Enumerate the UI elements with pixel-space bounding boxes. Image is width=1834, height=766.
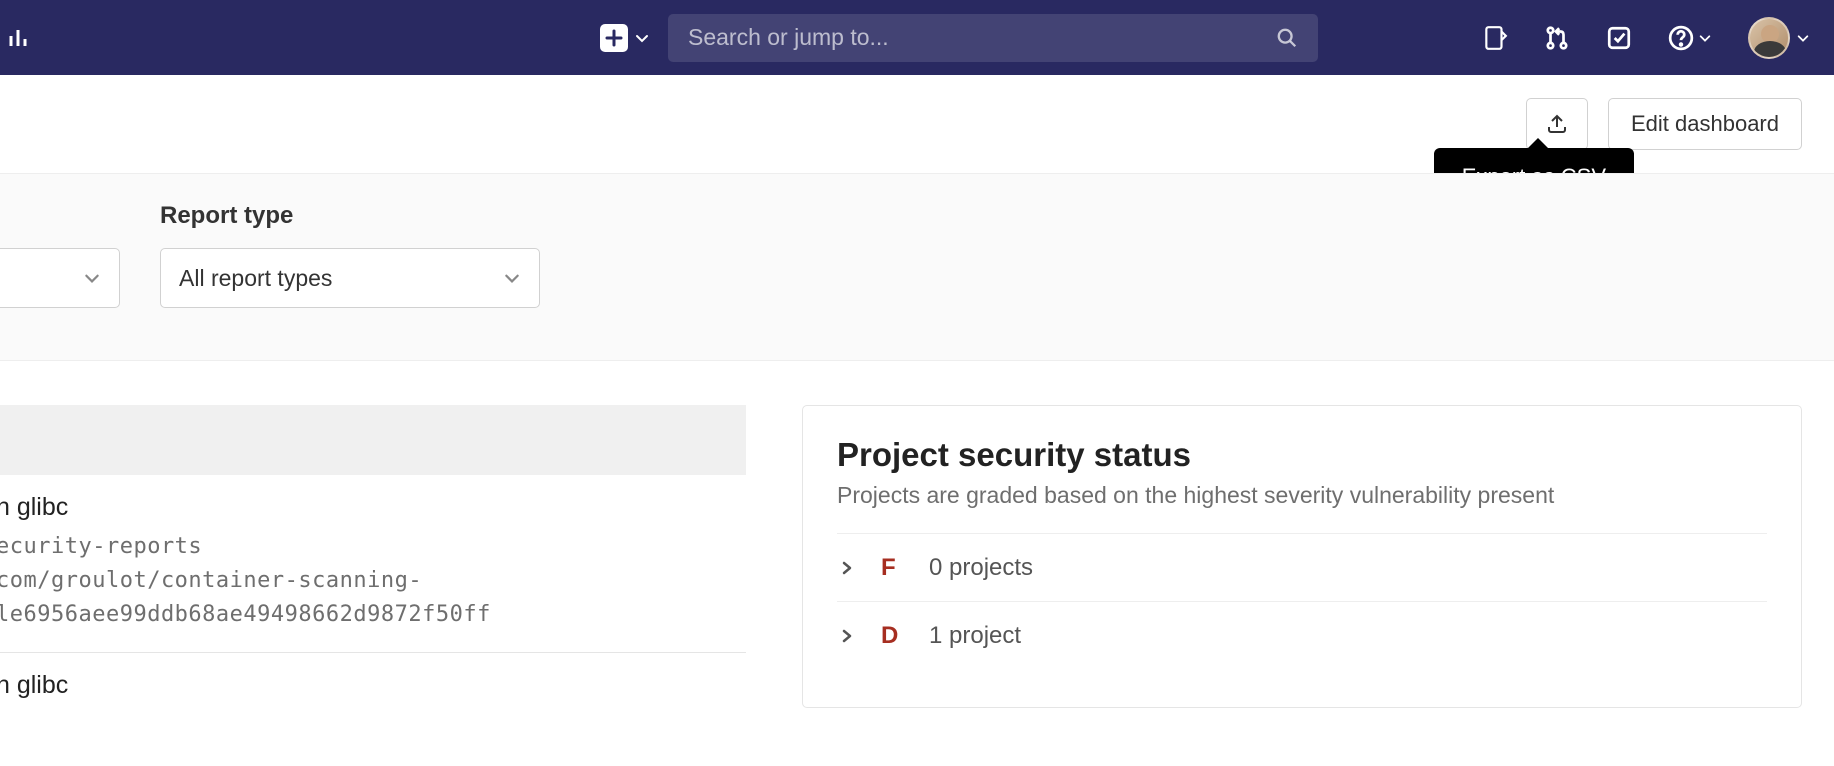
new-menu[interactable]: [600, 24, 650, 52]
vulnerability-row[interactable]: n glibc ecurity-reports com/groulot/cont…: [0, 475, 746, 632]
grade-count: 0 projects: [929, 554, 1033, 582]
avatar: [1748, 17, 1790, 59]
merge-requests-icon[interactable]: [1544, 25, 1570, 51]
panel-subtitle: Projects are graded based on the highest…: [837, 482, 1767, 509]
report-type-select[interactable]: All report types: [160, 248, 540, 308]
issues-icon[interactable]: [1482, 25, 1508, 51]
chevron-down-icon: [83, 269, 101, 287]
edit-dashboard-button[interactable]: Edit dashboard: [1608, 98, 1802, 150]
vulnerability-location: ecurity-reports com/groulot/container-sc…: [0, 530, 746, 632]
help-menu[interactable]: [1668, 25, 1712, 51]
chart-icon[interactable]: [8, 26, 32, 50]
filter-group-truncated: [0, 202, 120, 308]
vulnerability-row[interactable]: n glibc: [0, 653, 746, 700]
vulnerability-title: n glibc: [0, 493, 746, 522]
vulnerabilities-panel: n glibc ecurity-reports com/groulot/cont…: [0, 405, 746, 708]
dashboard-content: n glibc ecurity-reports com/groulot/cont…: [0, 361, 1834, 708]
grade-count: 1 project: [929, 622, 1021, 650]
grade-row-f[interactable]: F 0 projects: [837, 533, 1767, 601]
filter-label-truncated: [0, 202, 120, 230]
project-security-status-panel: Project security status Projects are gra…: [802, 405, 1802, 708]
panel-title: Project security status: [837, 436, 1767, 474]
report-type-value: All report types: [179, 265, 332, 292]
plus-icon: [600, 24, 628, 52]
chevron-right-icon: [837, 628, 857, 644]
chevron-down-icon: [634, 30, 650, 46]
search-icon: [1276, 27, 1298, 49]
search-input-container[interactable]: [668, 14, 1318, 62]
vulnerability-title: n glibc: [0, 671, 746, 700]
todos-icon[interactable]: [1606, 25, 1632, 51]
chevron-down-icon: [503, 269, 521, 287]
chevron-right-icon: [837, 560, 857, 576]
top-navbar: [0, 0, 1834, 75]
grade-letter: F: [881, 554, 905, 582]
grade-row-d[interactable]: D 1 project: [837, 601, 1767, 669]
nav-center: [600, 14, 1318, 62]
search-input[interactable]: [688, 24, 1276, 51]
filter-select-truncated[interactable]: [0, 248, 120, 308]
nav-left: [20, 26, 32, 50]
report-type-label: Report type: [160, 202, 540, 230]
chevron-down-icon: [1796, 31, 1810, 45]
vulnerabilities-header: [0, 405, 746, 475]
filter-group-report-type: Report type All report types: [160, 202, 540, 308]
grade-letter: D: [881, 622, 905, 650]
upload-icon: [1545, 112, 1569, 136]
nav-right: [1482, 17, 1810, 59]
user-menu[interactable]: [1748, 17, 1810, 59]
filters-bar: Report type All report types: [0, 173, 1834, 361]
